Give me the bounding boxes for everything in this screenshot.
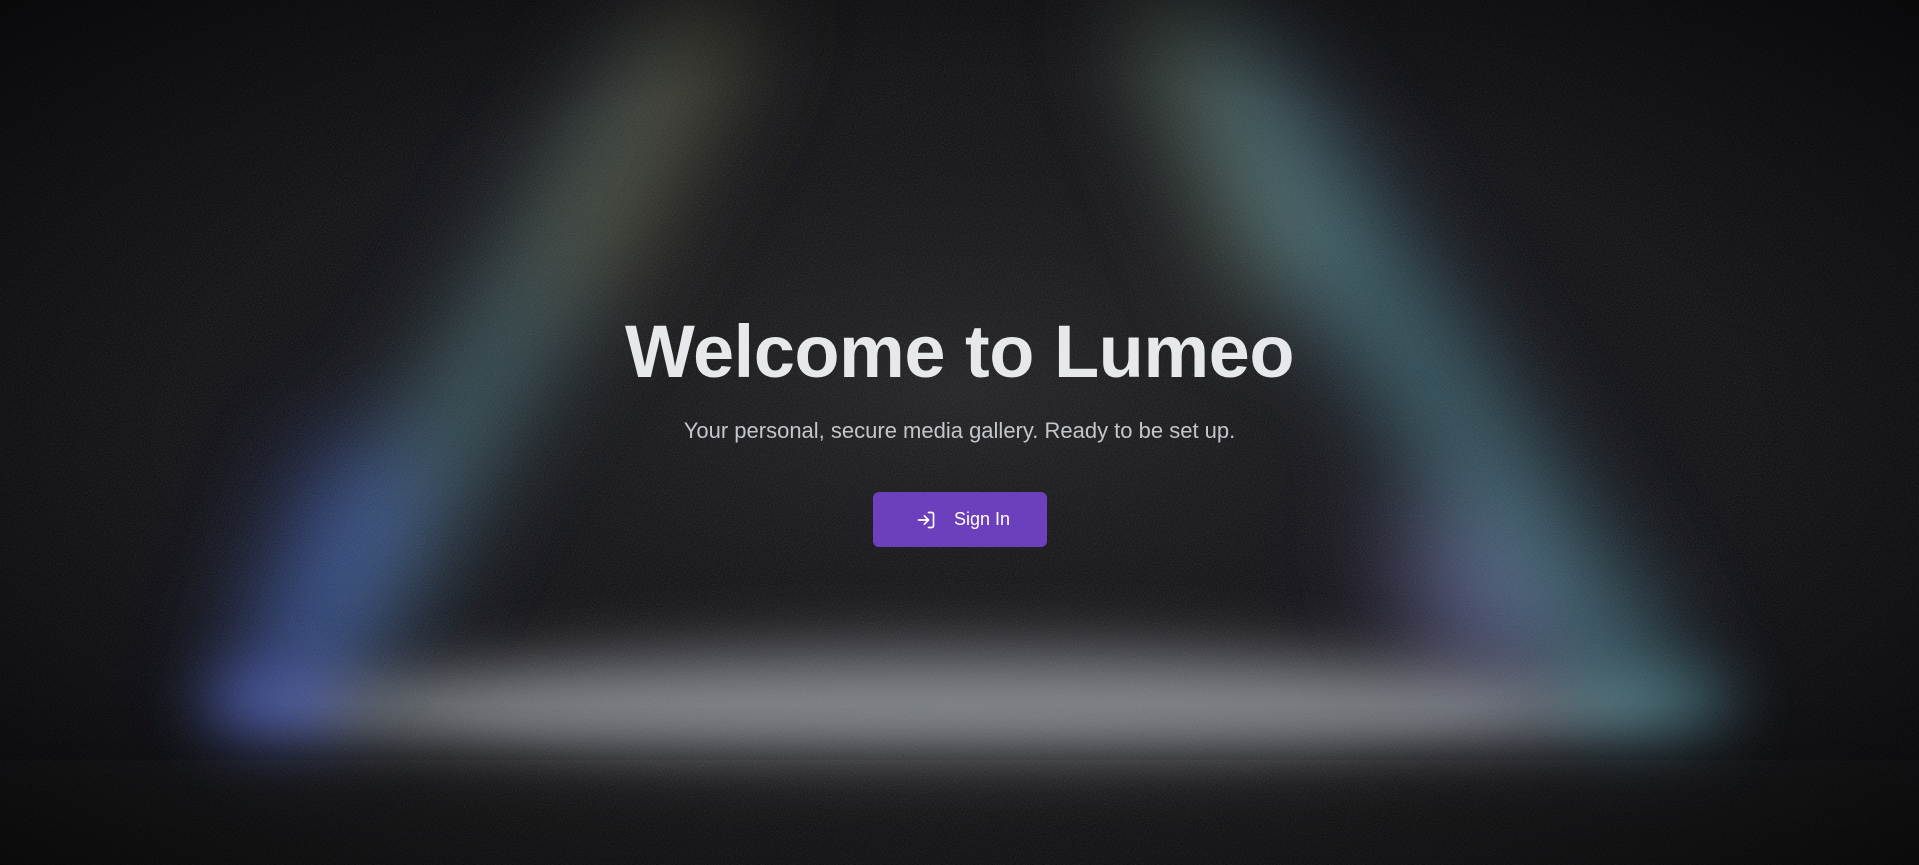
page-subtitle: Your personal, secure media gallery. Rea… [683, 418, 1236, 443]
sign-in-icon [916, 510, 936, 530]
page-title: Welcome to Lumeo [624, 310, 1295, 393]
sign-in-button[interactable]: Sign In [873, 492, 1047, 547]
welcome-page: Welcome to Lumeo Your personal, secure m… [0, 0, 1919, 865]
sign-in-label: Sign In [953, 509, 1011, 529]
hero-section: Welcome to Lumeo Your personal, secure m… [0, 0, 1919, 865]
